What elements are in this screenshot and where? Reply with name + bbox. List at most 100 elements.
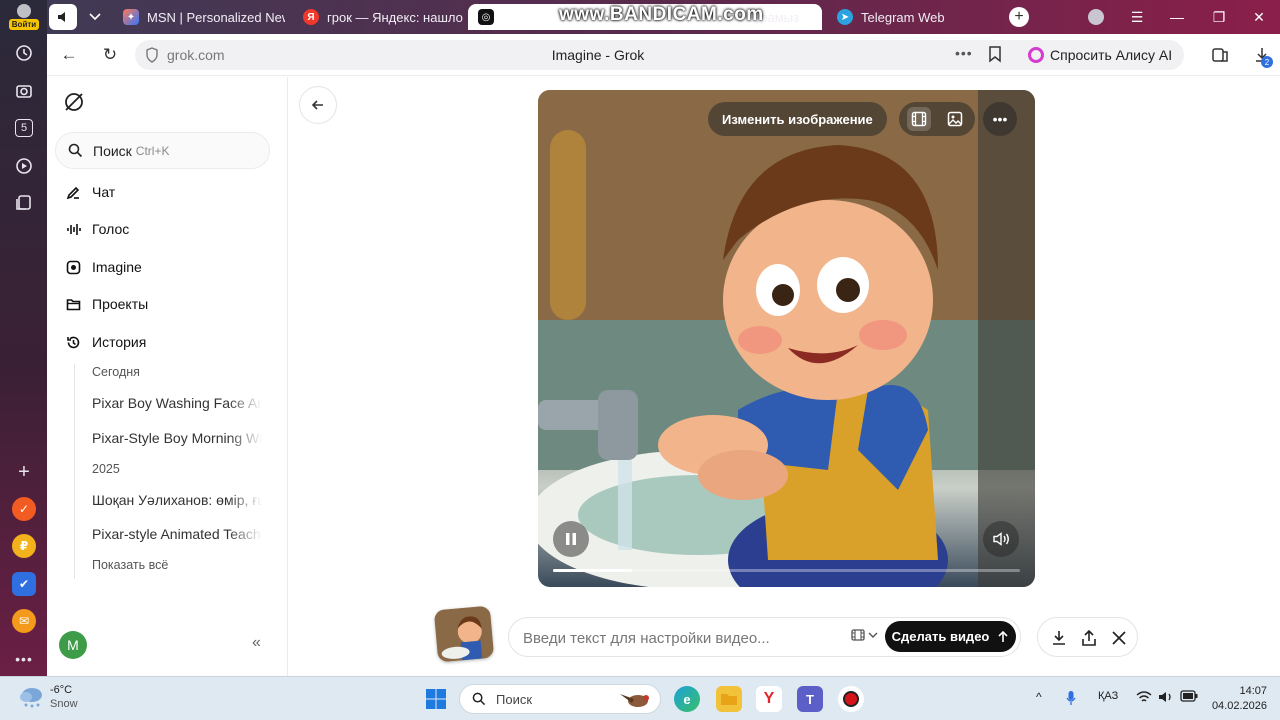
menu-icon[interactable]: ☰ xyxy=(1123,4,1151,30)
more-dots-icon[interactable]: ••• xyxy=(955,45,973,61)
downloads-icon[interactable]: 2 xyxy=(1249,42,1275,68)
teams-icon[interactable]: T xyxy=(797,686,823,712)
nav-projects[interactable]: Проекты xyxy=(65,293,148,315)
add-panel-icon[interactable]: + xyxy=(11,459,37,485)
user-avatar[interactable]: M xyxy=(59,631,87,659)
tab-msn[interactable]: ✦ MSN | Personalized New xyxy=(113,4,285,30)
history-item[interactable]: Pixar Boy Washing Face Animation xyxy=(92,395,262,411)
app-red-icon[interactable]: ✓ xyxy=(12,497,36,521)
volume-icon[interactable] xyxy=(983,521,1019,557)
user-avatar-icon xyxy=(17,4,31,18)
sound-tab-icon[interactable] xyxy=(49,4,77,30)
generated-video-player[interactable]: Изменить изображение ••• xyxy=(538,90,1035,587)
clock-date: 04.02.2026 xyxy=(1211,700,1267,712)
history-group-today: Сегодня xyxy=(92,365,140,379)
video-mode-icon[interactable] xyxy=(907,107,931,131)
input-language[interactable]: ҚАЗ xyxy=(1098,690,1118,702)
app-tasks-icon[interactable]: ✔ xyxy=(12,572,36,596)
speaker-icon[interactable] xyxy=(1158,690,1174,707)
pause-icon[interactable] xyxy=(553,521,589,557)
history-item[interactable]: Pixar-style Animated Teacher xyxy=(92,526,262,542)
nav-imagine[interactable]: Imagine xyxy=(65,256,142,278)
extensions-icon[interactable] xyxy=(1207,42,1233,68)
grok-tab-icon: ◎ xyxy=(478,9,494,25)
taskbar-search[interactable]: Поиск xyxy=(459,684,661,714)
bookmark-icon[interactable] xyxy=(988,45,1002,68)
history-icon xyxy=(65,334,81,350)
wifi-icon[interactable] xyxy=(1136,690,1152,707)
x-share-icon[interactable] xyxy=(1108,627,1130,649)
new-tab-button[interactable]: + xyxy=(1005,4,1033,30)
address-bar: ← ↻ grok.com Imagine - Grok ••• Спросить… xyxy=(47,34,1280,76)
grok-logo-icon[interactable] xyxy=(63,91,85,113)
battery-icon[interactable] xyxy=(1180,690,1198,705)
windows-start-icon[interactable] xyxy=(423,686,449,712)
app-yellow-icon[interactable]: ₽ xyxy=(12,534,36,558)
bird-illustration-icon xyxy=(620,694,649,707)
nav-history[interactable]: История xyxy=(65,331,146,353)
download-icon[interactable] xyxy=(1048,627,1070,649)
system-clock[interactable]: 14:07 04.02.2026 xyxy=(1211,684,1267,714)
show-all-link[interactable]: Показать всё xyxy=(92,558,168,572)
microphone-icon[interactable] xyxy=(1066,690,1076,709)
imagine-icon xyxy=(65,259,81,275)
login-button[interactable]: Войти xyxy=(6,4,42,32)
profile-icon[interactable] xyxy=(1082,4,1110,30)
msn-icon: ✦ xyxy=(123,9,139,25)
edit-image-button[interactable]: Изменить изображение xyxy=(708,102,887,136)
bandicam-record-icon[interactable] xyxy=(838,686,864,712)
aspect-ratio-selector[interactable] xyxy=(851,628,878,642)
share-icon[interactable] xyxy=(1078,627,1100,649)
make-video-button[interactable]: Сделать видео xyxy=(885,621,1016,652)
weather-widget[interactable]: -6°C Snow xyxy=(18,683,78,711)
source-image-thumbnail[interactable] xyxy=(433,605,495,663)
tab-label: MSN | Personalized New xyxy=(147,9,285,25)
grok-sidebar: Поиск Ctrl+K Чат Голос Imagine Проекты И… xyxy=(47,77,288,676)
search-shortcut: Ctrl+K xyxy=(135,143,170,158)
collections-icon[interactable] xyxy=(11,190,37,216)
restore-icon[interactable]: ❐ xyxy=(1205,4,1233,30)
tab-telegram[interactable]: ➤ Telegram Web xyxy=(827,4,997,30)
nav-voice[interactable]: Голос xyxy=(65,218,129,240)
file-explorer-icon[interactable] xyxy=(716,686,742,712)
omnibox[interactable]: grok.com Imagine - Grok ••• xyxy=(135,40,1061,70)
arrow-left-icon xyxy=(311,100,323,110)
video-prompt-input[interactable] xyxy=(523,626,833,650)
film-icon xyxy=(851,629,865,641)
tab-list-chevron-icon[interactable] xyxy=(81,4,109,30)
edge-browser-icon[interactable]: e xyxy=(674,686,700,712)
yandex-browser-icon[interactable]: Y xyxy=(756,686,782,712)
more-apps-icon[interactable]: ••• xyxy=(11,646,37,672)
weather-temp: -6°C xyxy=(50,684,73,696)
ask-alice-button[interactable]: Спросить Алису AI xyxy=(1020,40,1185,70)
telegram-icon: ➤ xyxy=(837,9,853,25)
page-title: Imagine - Grok xyxy=(551,47,645,63)
minimize-icon[interactable]: — xyxy=(1163,4,1191,30)
back-button[interactable] xyxy=(299,86,337,124)
image-mode-icon[interactable] xyxy=(943,107,967,131)
app-mail-icon[interactable]: ✉ xyxy=(12,609,36,633)
tray-chevron-up-icon[interactable]: ^ xyxy=(1036,690,1042,704)
reload-icon[interactable]: ↻ xyxy=(97,42,123,68)
screenshot-icon[interactable] xyxy=(11,78,37,104)
tab-label: грок — Яндекс: нашлось xyxy=(327,9,463,25)
close-window-icon[interactable]: ✕ xyxy=(1245,4,1273,30)
search-button[interactable]: Поиск Ctrl+K xyxy=(55,132,270,169)
back-arrow-icon[interactable]: ← xyxy=(56,42,82,68)
search-icon xyxy=(68,143,83,158)
history-item[interactable]: Шоқан Уәлиханов: өмір, ғылым xyxy=(92,492,262,508)
history-item[interactable]: Pixar-Style Boy Morning Washing xyxy=(92,430,262,446)
taskbar-search-label: Поиск xyxy=(496,691,533,707)
nav-chat[interactable]: Чат xyxy=(65,181,115,203)
make-video-label: Сделать видео xyxy=(891,629,990,644)
collapse-sidebar-icon[interactable]: « xyxy=(252,634,261,652)
tab-yandex[interactable]: Я грок — Яндекс: нашлось xyxy=(293,4,463,30)
more-options-icon[interactable]: ••• xyxy=(983,102,1017,136)
video-progress-bar[interactable] xyxy=(553,569,1020,572)
counter-badge[interactable]: 5 xyxy=(11,115,37,141)
history-clock-icon[interactable] xyxy=(11,40,37,66)
play-video-icon[interactable] xyxy=(11,153,37,179)
folder-icon xyxy=(65,296,81,312)
yandex-icon: Я xyxy=(303,9,319,25)
login-label: Войти xyxy=(8,19,40,30)
